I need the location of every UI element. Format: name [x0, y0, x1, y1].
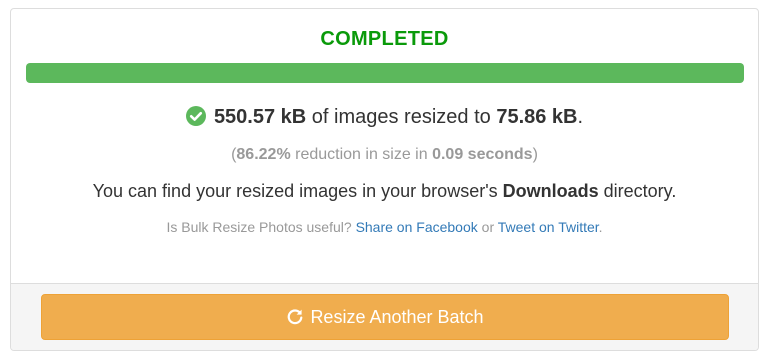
summary-end: . [577, 106, 584, 128]
progress-fill [26, 63, 744, 83]
panel-footer: Resize Another Batch [11, 283, 758, 350]
result-panel: COMPLETED 550.57 kB of images resized to… [10, 8, 759, 351]
progress-bar [26, 63, 744, 83]
share-question: Is Bulk Resize Photos useful? [166, 219, 356, 235]
check-circle-icon [185, 106, 206, 126]
share-facebook-link[interactable]: Share on Facebook [356, 219, 478, 235]
downloads-suffix: directory. [598, 181, 677, 201]
downloads-message: You can find your resized images in your… [11, 181, 758, 202]
status-heading: COMPLETED [320, 28, 449, 50]
refresh-icon [286, 308, 304, 326]
button-label: Resize Another Batch [310, 306, 484, 327]
reduction-stats: (86.22% reduction in size in 0.09 second… [11, 146, 758, 164]
resize-another-batch-button[interactable]: Resize Another Batch [41, 294, 729, 340]
downloads-keyword: Downloads [502, 181, 599, 201]
share-line: Is Bulk Resize Photos useful? Share on F… [11, 219, 758, 235]
share-end: . [598, 219, 603, 235]
original-size: 550.57 kB [213, 106, 307, 128]
summary-line: 550.57 kB of images resized to 75.86 kB. [11, 105, 758, 129]
summary-middle-text: of images resized to [306, 106, 497, 128]
stats-close-paren: ) [532, 146, 538, 163]
share-or: or [477, 219, 498, 235]
downloads-prefix: You can find your resized images in your… [92, 181, 503, 201]
new-size: 75.86 kB [496, 106, 578, 128]
tweet-twitter-link[interactable]: Tweet on Twitter [498, 219, 599, 235]
stats-middle-text: reduction in size in [290, 146, 433, 163]
duration: 0.09 seconds [432, 146, 533, 163]
reduction-percent: 86.22% [236, 146, 291, 163]
